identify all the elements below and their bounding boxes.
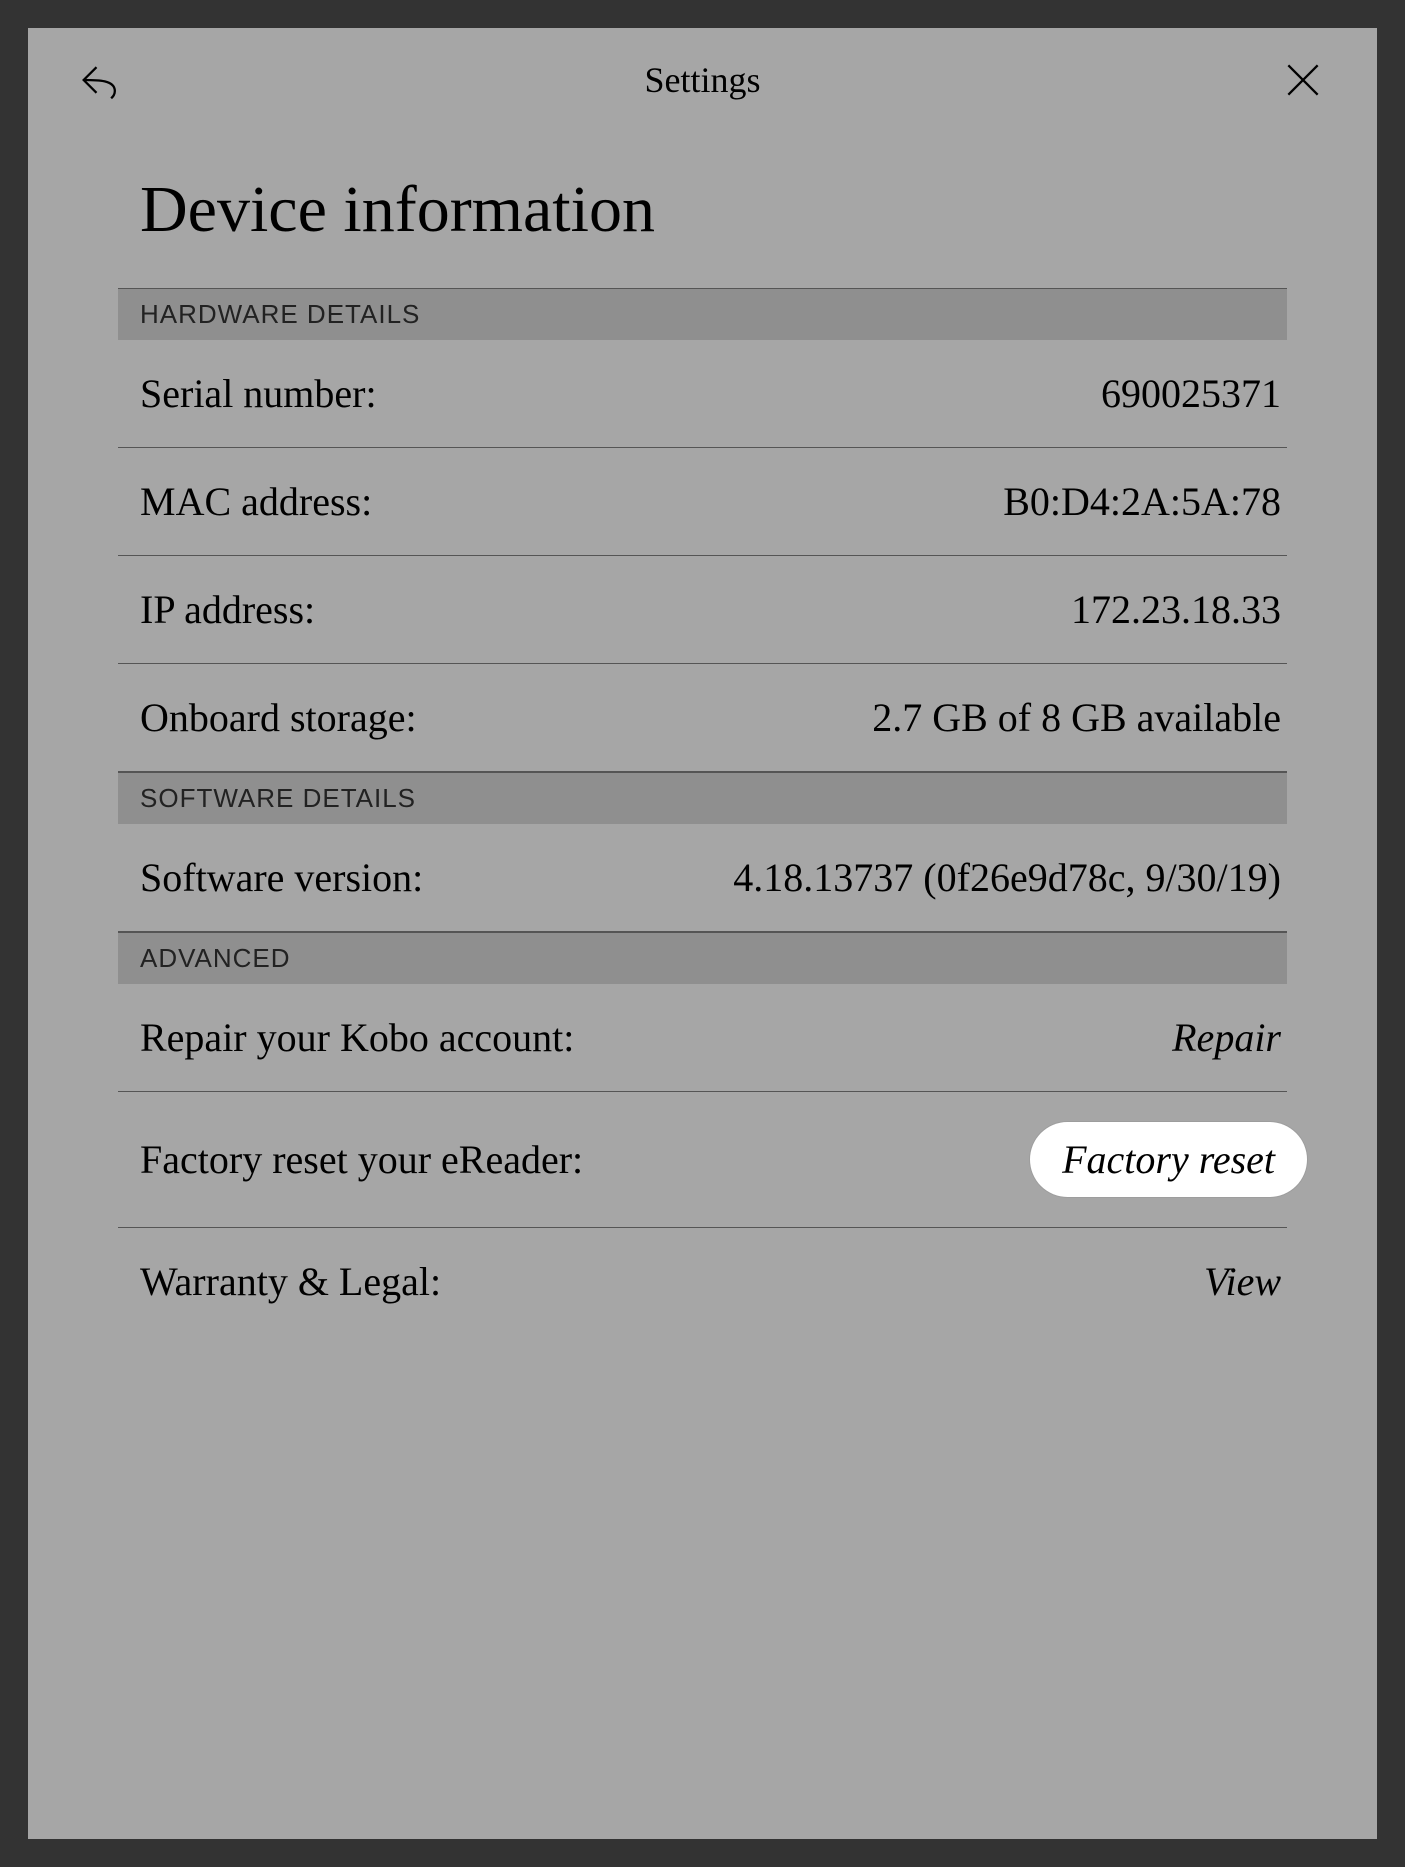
- storage-value: 2.7 GB of 8 GB available: [872, 694, 1287, 741]
- header-bar: Settings: [28, 28, 1377, 132]
- section-header-hardware: HARDWARE DETAILS: [118, 288, 1287, 340]
- row-storage: Onboard storage: 2.7 GB of 8 GB availabl…: [118, 664, 1287, 772]
- factory-reset-label: Factory reset your eReader:: [140, 1136, 583, 1183]
- warranty-view-button[interactable]: View: [1204, 1258, 1287, 1305]
- row-factory-reset: Factory reset your eReader: Factory rese…: [118, 1092, 1287, 1228]
- close-icon[interactable]: [1279, 56, 1327, 104]
- section-header-advanced: ADVANCED: [118, 932, 1287, 984]
- header-title: Settings: [126, 59, 1279, 101]
- warranty-label: Warranty & Legal:: [140, 1258, 441, 1305]
- storage-label: Onboard storage:: [140, 694, 417, 741]
- repair-label: Repair your Kobo account:: [140, 1014, 574, 1061]
- back-icon[interactable]: [78, 56, 126, 104]
- row-ip-address: IP address: 172.23.18.33: [118, 556, 1287, 664]
- factory-reset-button[interactable]: Factory reset: [1030, 1122, 1307, 1197]
- repair-button[interactable]: Repair: [1172, 1014, 1287, 1061]
- serial-label: Serial number:: [140, 370, 377, 417]
- ip-value: 172.23.18.33: [1071, 586, 1287, 633]
- software-label: Software version:: [140, 854, 423, 901]
- row-repair-account: Repair your Kobo account: Repair: [118, 984, 1287, 1092]
- section-header-software: SOFTWARE DETAILS: [118, 772, 1287, 824]
- row-software-version: Software version: 4.18.13737 (0f26e9d78c…: [118, 824, 1287, 932]
- mac-value: B0:D4:2A:5A:78: [1003, 478, 1287, 525]
- row-warranty-legal: Warranty & Legal: View: [118, 1228, 1287, 1335]
- settings-screen: Settings Device information HARDWARE DET…: [28, 28, 1377, 1839]
- software-value: 4.18.13737 (0f26e9d78c, 9/30/19): [733, 854, 1287, 901]
- ip-label: IP address:: [140, 586, 315, 633]
- row-serial-number: Serial number: 690025371: [118, 340, 1287, 448]
- page-title: Device information: [118, 172, 1287, 248]
- mac-label: MAC address:: [140, 478, 372, 525]
- serial-value: 690025371: [1101, 370, 1287, 417]
- row-mac-address: MAC address: B0:D4:2A:5A:78: [118, 448, 1287, 556]
- content-area: Device information HARDWARE DETAILS Seri…: [28, 132, 1377, 1335]
